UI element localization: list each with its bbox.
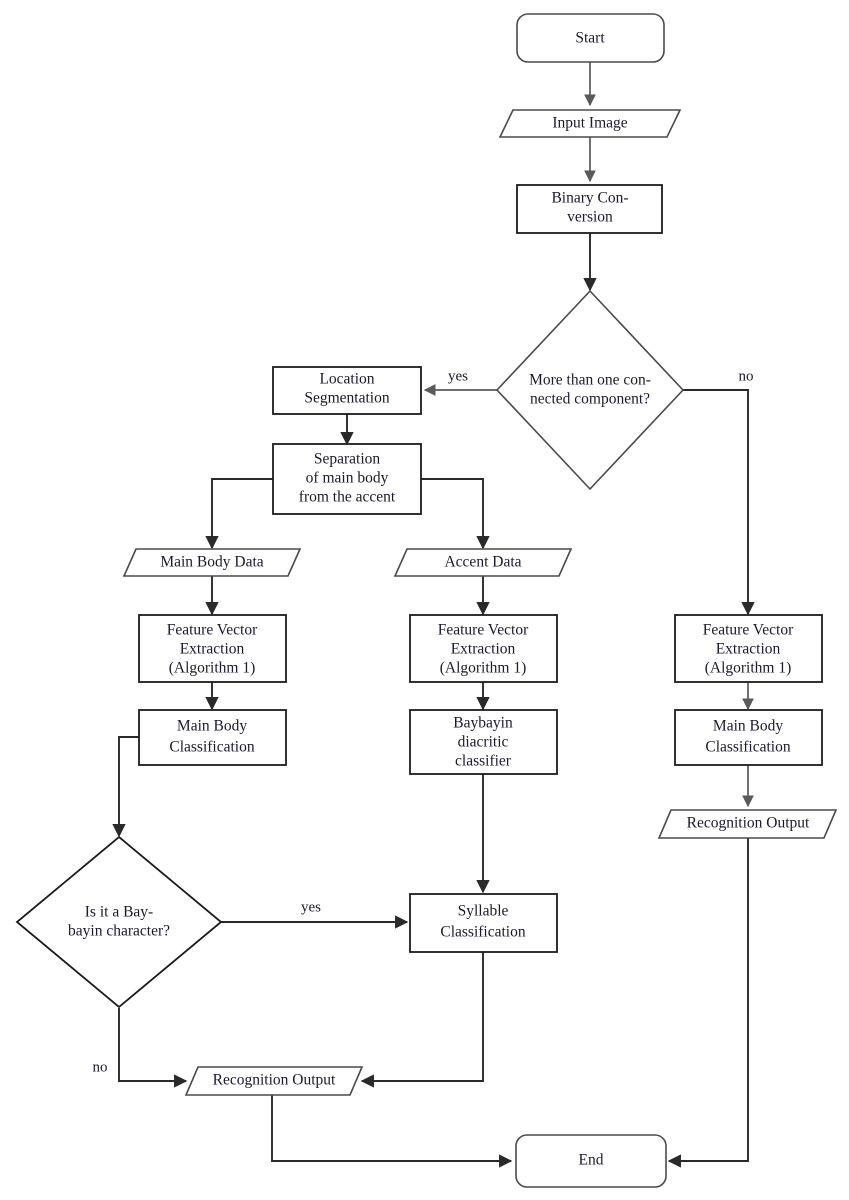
node-decision-baybayin-character[interactable]: Is it a Bay- bayin character?: [15, 835, 223, 1009]
node-separation-main-body-accent[interactable]: Separation of main body from the accent: [272, 443, 422, 515]
decision-baybayin-label-line2: bayin character?: [68, 923, 170, 940]
location-segmentation-label-line1: Location: [319, 371, 374, 388]
fve-right-label-line1: Feature Vector: [703, 622, 794, 639]
main-body-classification-right-label-line2: Classification: [705, 739, 790, 756]
fve-left-label-line2: Extraction: [180, 641, 245, 658]
node-decision-connected-component[interactable]: More than one con- nected component?: [495, 289, 685, 491]
flowchart-svg: Start Input Image Binary Con- version Mo…: [15, 13, 838, 1188]
fve-middle-label-line1: Feature Vector: [438, 622, 529, 639]
main-body-data-label: Main Body Data: [160, 554, 263, 571]
node-feature-vector-extraction-middle[interactable]: Feature Vector Extraction (Algorithm 1): [409, 614, 558, 683]
node-recognition-output-bottom[interactable]: Recognition Output: [184, 1066, 364, 1096]
edge-label-decision-baybayin-no: no: [93, 1059, 108, 1075]
start-label: Start: [575, 30, 605, 47]
node-recognition-output-right[interactable]: Recognition Output: [657, 809, 838, 839]
main-body-classification-right-label-line1: Main Body: [713, 718, 783, 735]
baybayin-diacritic-classifier-label-line1: Baybayin: [453, 715, 513, 732]
node-feature-vector-extraction-left[interactable]: Feature Vector Extraction (Algorithm 1): [138, 614, 287, 683]
recognition-output-right-label: Recognition Output: [687, 815, 810, 832]
node-start[interactable]: Start: [516, 13, 665, 63]
binary-conversion-label-line2: version: [567, 209, 613, 226]
node-main-body-data[interactable]: Main Body Data: [122, 548, 302, 577]
separation-label-line1: Separation: [314, 451, 381, 468]
decision-baybayin-label-line1: Is it a Bay-: [85, 904, 153, 921]
fve-middle-label-line3: (Algorithm 1): [440, 660, 527, 677]
node-binary-conversion[interactable]: Binary Con- version: [516, 184, 663, 234]
decision-connected-component-label-line1: More than one con-: [529, 372, 651, 389]
node-baybayin-diacritic-classifier[interactable]: Baybayin diacritic classifier: [409, 709, 558, 775]
syllable-classification-label-line1: Syllable: [458, 903, 509, 920]
accent-data-label: Accent Data: [444, 554, 521, 571]
edge-syllable-classification-to-recognition-output-bottom: [360, 952, 484, 1088]
node-feature-vector-extraction-right[interactable]: Feature Vector Extraction (Algorithm 1): [674, 614, 823, 683]
syllable-classification-label-line2: Classification: [440, 924, 525, 941]
node-location-segmentation[interactable]: Location Segmentation: [272, 366, 422, 415]
edge-main-body-classification-to-decision-baybayin: [112, 736, 139, 838]
main-body-classification-left-label-line1: Main Body: [177, 718, 247, 735]
edge-separation-to-main-body-data: [205, 478, 273, 550]
location-segmentation-label-line2: Segmentation: [304, 390, 389, 407]
edge-label-decision-connected-yes: yes: [448, 368, 468, 384]
fve-middle-label-line2: Extraction: [451, 641, 516, 658]
node-main-body-classification-left[interactable]: Main Body Classification: [138, 709, 287, 766]
edge-recognition-output-right-to-end: [667, 838, 749, 1168]
separation-label-line2: of main body: [306, 470, 389, 487]
binary-conversion-label-line1: Binary Con-: [551, 190, 628, 207]
flowchart-canvas: Start Input Image Binary Con- version Mo…: [0, 0, 849, 1200]
baybayin-diacritic-classifier-label-line3: classifier: [455, 753, 512, 770]
edge-label-decision-connected-no: no: [739, 368, 754, 384]
main-body-classification-left-label-line2: Classification: [169, 739, 254, 756]
edge-label-decision-baybayin-yes: yes: [301, 899, 321, 915]
edge-recognition-output-bottom-to-end: [271, 1095, 513, 1168]
separation-label-line3: from the accent: [299, 489, 396, 506]
node-end[interactable]: End: [515, 1134, 667, 1188]
fve-right-label-line3: (Algorithm 1): [705, 660, 792, 677]
decision-connected-component-label-line2: nected component?: [530, 391, 650, 408]
input-image-label: Input Image: [552, 115, 627, 132]
edge-decision-no-to-fve-right: [683, 389, 755, 616]
fve-left-label-line1: Feature Vector: [167, 622, 258, 639]
node-accent-data[interactable]: Accent Data: [393, 548, 573, 577]
fve-left-label-line3: (Algorithm 1): [169, 660, 256, 677]
recognition-output-bottom-label: Recognition Output: [213, 1072, 336, 1089]
node-syllable-classification[interactable]: Syllable Classification: [409, 893, 558, 953]
end-label: End: [579, 1152, 604, 1169]
baybayin-diacritic-classifier-label-line2: diacritic: [458, 734, 509, 751]
node-main-body-classification-right[interactable]: Main Body Classification: [674, 709, 823, 766]
edge-separation-to-accent-data: [421, 478, 490, 550]
edge-decision-baybayin-no-to-recognition-output-bottom: [118, 1008, 188, 1088]
node-input-image[interactable]: Input Image: [498, 109, 682, 138]
fve-right-label-line2: Extraction: [716, 641, 781, 658]
